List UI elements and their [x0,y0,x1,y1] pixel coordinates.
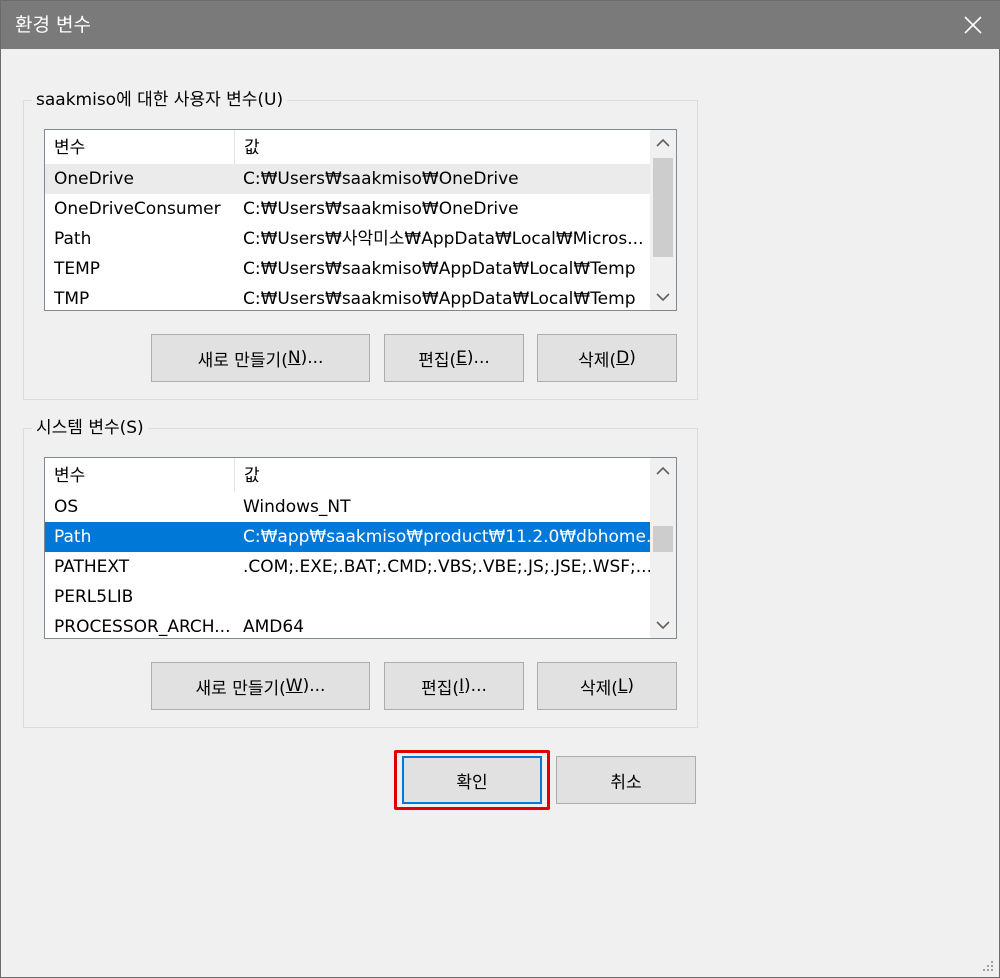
system-list-scrollbar[interactable] [650,458,676,638]
user-delete-button[interactable]: 삭제(D) [537,334,677,382]
chevron-up-icon [656,138,670,147]
list-item[interactable]: OneDriveConsumer C:₩Users₩saakmiso₩OneDr… [45,194,651,224]
list-item[interactable]: PROCESSOR_ARCH... AMD64 [45,612,651,638]
user-variables-group: saakmiso에 대한 사용자 변수(U) 변수 값 OneDrive C:₩… [23,87,698,400]
list-item[interactable]: PERL5LIB [45,582,651,612]
list-item[interactable]: OneDrive C:₩Users₩saakmiso₩OneDrive [45,164,651,194]
scroll-down-button[interactable] [650,612,676,638]
column-header-variable[interactable]: 변수 [45,130,235,164]
system-delete-button[interactable]: 삭제(L) [537,662,677,710]
chevron-up-icon [656,466,670,475]
user-new-button[interactable]: 새로 만들기(N)... [151,334,370,382]
column-header-value[interactable]: 값 [235,130,651,164]
user-variables-legend: saakmiso에 대한 사용자 변수(U) [32,87,288,113]
scroll-down-button[interactable] [650,284,676,310]
cancel-button[interactable]: 취소 [556,756,696,804]
user-list-scrollbar[interactable] [650,130,676,310]
column-header-value[interactable]: 값 [235,458,651,492]
close-button[interactable] [945,1,1000,49]
user-variables-list[interactable]: 변수 값 OneDrive C:₩Users₩saakmiso₩OneDrive… [44,129,677,311]
close-icon [964,16,982,34]
scroll-up-button[interactable] [650,458,676,484]
system-new-button[interactable]: 새로 만들기(W)... [151,662,370,710]
chevron-down-icon [656,621,670,630]
resize-grip-icon[interactable] [981,959,995,973]
list-item[interactable]: PATHEXT .COM;.EXE;.BAT;.CMD;.VBS;.VBE;.J… [45,552,651,582]
scroll-thumb[interactable] [653,526,673,552]
ok-button[interactable]: 확인 [402,756,542,804]
system-list-header: 변수 값 [45,458,651,492]
window-title: 환경 변수 [15,14,91,36]
list-item[interactable]: OS Windows_NT [45,492,651,522]
user-edit-button[interactable]: 편집(E)... [384,334,524,382]
chevron-down-icon [656,293,670,302]
list-item[interactable]: Path C:₩Users₩사악미소₩AppData₩Local₩Micros.… [45,224,651,254]
system-variables-legend: 시스템 변수(S) [32,415,148,441]
system-variables-list[interactable]: 변수 값 OS Windows_NT Path C:₩app₩saakmiso₩… [44,457,677,639]
user-list-header: 변수 값 [45,130,651,164]
list-item[interactable]: TEMP C:₩Users₩saakmiso₩AppData₩Local₩Tem… [45,254,651,284]
environment-variables-dialog: 환경 변수 saakmiso에 대한 사용자 변수(U) 변수 값 OneDri… [0,0,1000,978]
scroll-thumb[interactable] [653,158,673,257]
system-variables-group: 시스템 변수(S) 변수 값 OS Windows_NT Path C:₩app… [23,415,698,728]
scroll-up-button[interactable] [650,130,676,156]
system-edit-button[interactable]: 편집(I)... [384,662,524,710]
list-item[interactable]: TMP C:₩Users₩saakmiso₩AppData₩Local₩Temp [45,284,651,310]
title-bar[interactable]: 환경 변수 [1,1,1000,49]
column-header-variable[interactable]: 변수 [45,458,235,492]
list-item-selected[interactable]: Path C:₩app₩saakmiso₩product₩11.2.0₩dbho… [45,522,651,552]
